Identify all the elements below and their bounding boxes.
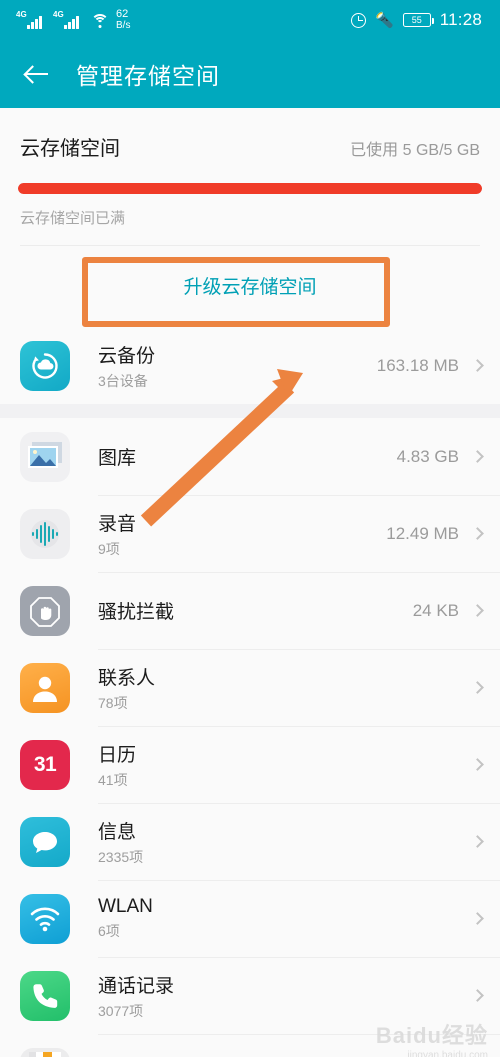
list-item-text: WLAN 6项 <box>98 896 459 941</box>
list-item-name: 联系人 <box>98 667 156 689</box>
list-item-name: 录音 <box>98 513 137 535</box>
chevron-right-icon <box>471 604 484 617</box>
storage-progress-fill <box>18 183 482 194</box>
messages-icon <box>20 816 70 867</box>
list-item-text: 日历 41项 <box>98 740 459 790</box>
battery-icon: 55 <box>402 13 434 27</box>
chevron-right-icon <box>471 359 484 372</box>
list-item-gallery[interactable]: 图库 4.83 GB <box>0 418 500 495</box>
list-item-name: 图库 <box>98 448 137 469</box>
chevron-right-icon <box>471 989 484 1002</box>
chevron-right-icon <box>471 912 484 925</box>
storage-full-note: 云存储空间已满 <box>20 210 126 227</box>
list-item-text: 信息 2335项 <box>98 817 459 867</box>
list-item-cloud-backup[interactable]: 云备份 3台设备 163.18 MB <box>0 327 500 404</box>
list-item-sub: 6项 <box>98 923 120 939</box>
list-item-text: 图库 <box>98 443 397 470</box>
clock-time: 11:28 <box>439 10 482 29</box>
cloud-backup-section: 云备份 3台设备 163.18 MB <box>0 327 500 404</box>
list-item-sub: 3077项 <box>98 1002 144 1019</box>
list-item-name: 日历 <box>98 744 137 766</box>
chevron-right-icon <box>471 681 484 694</box>
cloud-backup-icon <box>20 340 70 391</box>
gallery-icon <box>20 431 70 482</box>
list-item-sub: 41项 <box>98 771 128 788</box>
calendar-icon: 31 <box>20 739 70 790</box>
page-title: 管理存储空间 <box>76 63 220 89</box>
list-item-sub: 9项 <box>98 540 120 557</box>
phone-screen: 4G 4G 62 B/s 🔦 55 11:28 管理存储空间 云存储空间 已使用… <box>0 0 500 1057</box>
wlan-icon <box>20 893 70 944</box>
chevron-right-icon <box>471 527 484 540</box>
chevron-right-icon <box>471 758 484 771</box>
storage-summary-card: 云存储空间 已使用 5 GB/5 GB 云存储空间已满 升级云存储空间 <box>0 108 500 327</box>
list-item-text: 骚扰拦截 <box>98 597 413 624</box>
list-item-wlan[interactable]: WLAN 6项 <box>0 880 500 957</box>
list-item-sub: 3台设备 <box>98 372 148 389</box>
signal-sim1-generation-label: 4G <box>16 9 27 19</box>
storage-summary-row: 云存储空间 已使用 5 GB/5 GB <box>18 108 482 161</box>
storage-used-label: 已使用 5 GB/5 GB <box>350 142 480 159</box>
storage-summary-label: 云存储空间 <box>20 138 120 160</box>
block-icon <box>20 585 70 636</box>
alarm-clock-icon <box>351 12 367 28</box>
list-item-name: 通话记录 <box>98 975 175 997</box>
network-speed-unit: B/s <box>116 19 131 31</box>
list-item-size: 163.18 MB <box>376 355 459 375</box>
call-log-icon <box>20 970 70 1021</box>
back-arrow-icon[interactable] <box>22 59 52 89</box>
list-item-size: 24 KB <box>412 600 459 620</box>
wifi-icon <box>90 13 109 28</box>
network-speed-indicator: 62 B/s <box>116 8 131 31</box>
signal-bars-sim1-icon: 4G <box>16 9 46 29</box>
contacts-icon <box>20 662 70 713</box>
list-item-size: 4.83 GB <box>396 446 459 466</box>
list-item-text: 录音 9项 <box>98 509 386 559</box>
list-item-contacts[interactable]: 联系人 78项 <box>0 649 500 726</box>
signal-bars-sim2-icon: 4G <box>53 9 83 29</box>
status-bar: 4G 4G 62 B/s 🔦 55 11:28 <box>0 0 500 40</box>
list-item-name: 骚扰拦截 <box>98 602 175 623</box>
list-item-name: 云备份 <box>98 345 156 367</box>
list-item-text: 联系人 78项 <box>98 663 459 713</box>
section-gap <box>0 404 500 418</box>
list-item-sub: 78项 <box>98 694 128 711</box>
chevron-right-icon <box>471 835 484 848</box>
recorder-icon <box>20 508 70 559</box>
list-item-harassment-block[interactable]: 骚扰拦截 24 KB <box>0 572 500 649</box>
title-bar: 管理存储空间 <box>0 40 500 108</box>
storage-category-list: 图库 4.83 GB 录音 9项 12.49 MB 骚扰拦截 24 KB 联系人… <box>0 418 500 1057</box>
list-item-name: WLAN <box>98 896 153 917</box>
list-item-text: 通话记录 3077项 <box>98 971 459 1021</box>
upgrade-storage-button[interactable]: 升级云存储空间 <box>18 246 482 327</box>
memo-icon <box>20 1047 70 1057</box>
signal-sim2-generation-label: 4G <box>53 9 64 19</box>
list-item-messages[interactable]: 信息 2335项 <box>0 803 500 880</box>
calendar-day-badge: 31 <box>33 752 57 776</box>
list-item-call-log[interactable]: 通话记录 3077项 <box>0 957 500 1034</box>
status-bar-right: 🔦 55 11:28 <box>351 10 482 30</box>
battery-level-label: 55 <box>411 14 422 25</box>
status-bar-left: 4G 4G 62 B/s <box>16 8 131 31</box>
list-item-size: 12.49 MB <box>386 523 459 543</box>
list-item-calendar[interactable]: 31 日历 41项 <box>0 726 500 803</box>
list-item-memo[interactable]: 备忘录 <box>0 1034 500 1057</box>
list-item-name: 信息 <box>98 821 137 843</box>
bluetooth-icon: 🔦 <box>375 11 394 29</box>
list-item-text: 云备份 3台设备 <box>98 341 377 391</box>
network-speed-value: 62 <box>116 8 129 21</box>
storage-progress-bar <box>18 183 482 194</box>
chevron-right-icon <box>471 450 484 463</box>
list-item-sub: 2335项 <box>98 848 144 865</box>
list-item-recorder[interactable]: 录音 9项 12.49 MB <box>0 495 500 572</box>
